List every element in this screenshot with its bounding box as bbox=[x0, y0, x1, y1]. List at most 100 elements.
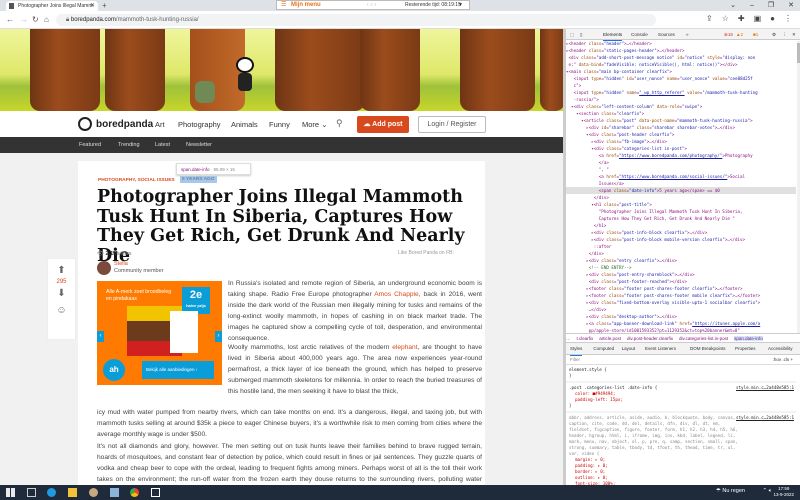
dom-node-line[interactable]: ▾<h1 class="post-title"> bbox=[566, 201, 796, 208]
dom-node-line[interactable]: ▾<div class="post-header clearfix"> bbox=[566, 131, 796, 138]
minimize-icon[interactable]: – bbox=[750, 0, 754, 11]
dom-node-line[interactable]: ▸<footer class="footer post-shares-foote… bbox=[566, 292, 796, 299]
styles-tab[interactable]: Layout bbox=[622, 343, 636, 355]
dom-node-line[interactable]: e;" data-bind="fadeVisible: noticeVisibl… bbox=[566, 61, 796, 68]
nav-animals[interactable]: Animals bbox=[231, 120, 258, 129]
share-icon[interactable]: ⇪ bbox=[706, 14, 713, 23]
dom-node-line[interactable]: ▸<div class="entry clearfix">…</div> bbox=[566, 257, 796, 264]
dom-node-line[interactable]: c"> bbox=[566, 82, 796, 89]
warning-count[interactable]: ▲2 bbox=[736, 29, 743, 40]
subnav-latest[interactable]: Latest bbox=[155, 137, 170, 153]
subnav-featured[interactable]: Featured bbox=[79, 137, 101, 153]
avatar[interactable] bbox=[97, 261, 111, 275]
volume-icon[interactable]: 🔈︎ bbox=[769, 488, 772, 494]
close-window-icon[interactable]: ✕ bbox=[788, 0, 794, 11]
nav-photography[interactable]: Photography bbox=[178, 120, 221, 129]
breadcrumb-item[interactable]: div.categories-list.in-post bbox=[679, 336, 728, 341]
tab-sources[interactable]: Sources bbox=[658, 29, 675, 40]
dom-node-line[interactable]: <div class="add-short-post-message notic… bbox=[566, 54, 796, 61]
amos-chapple-link[interactable]: Amos Chapple bbox=[374, 291, 418, 298]
dom-node-line[interactable]: <input type="hidden" name="_wp_http_refe… bbox=[566, 89, 796, 96]
dom-node-line[interactable]: </div> bbox=[566, 194, 796, 201]
forward-icon[interactable]: → bbox=[20, 15, 28, 24]
task-view-icon[interactable] bbox=[27, 488, 36, 497]
dropdown-icon[interactable]: ▼ bbox=[458, 1, 463, 9]
dom-node-line[interactable]: <span class="date-info">5 years ago</spa… bbox=[566, 187, 796, 194]
dom-node-line[interactable]: ", " bbox=[566, 166, 796, 173]
boredpanda-logo[interactable]: boredpanda bbox=[78, 117, 153, 131]
ad-next-arrow[interactable]: › bbox=[215, 331, 222, 342]
menu-kebab-icon[interactable]: ⋮ bbox=[784, 14, 792, 23]
dom-node-line[interactable]: <!-- END ENTRY--> bbox=[566, 264, 796, 271]
dom-node-line[interactable]: ▸<div class="fixed-bottom-overlay visibl… bbox=[566, 299, 796, 306]
dom-node-line[interactable]: <a href="https://www.boredpanda.com/phot… bbox=[566, 152, 796, 159]
dom-node-line[interactable]: <div class="post-footer-reached"></div> bbox=[566, 278, 796, 285]
ad-cta-button[interactable]: Bekijk alle aanbiedingen › bbox=[142, 361, 214, 379]
styles-tab[interactable]: Properties bbox=[735, 343, 756, 355]
subnav-newsletter[interactable]: Newsletter bbox=[186, 137, 212, 153]
advertisement[interactable]: Alle A-merk zoet broodbeleg en pindakaas… bbox=[97, 281, 222, 385]
elephant-link[interactable]: elephant bbox=[392, 344, 417, 351]
issues-count[interactable]: ■1 bbox=[753, 29, 758, 40]
dom-node-line[interactable]: </div> bbox=[566, 250, 796, 257]
paint-icon[interactable] bbox=[89, 488, 98, 497]
dom-node-line[interactable]: ▸<div class="desktop-author">…</div> bbox=[566, 313, 796, 320]
breadcrumb-item[interactable]: div.post-header.clearfix bbox=[627, 336, 673, 341]
settings-gear-icon[interactable]: ⚙ bbox=[772, 29, 776, 40]
inspect-element-icon[interactable]: ⬚ bbox=[570, 29, 574, 40]
more-options-icon[interactable]: ⋮ bbox=[782, 29, 787, 40]
dom-node-line[interactable]: ▸<div class="post-entry-shareblock">…</d… bbox=[566, 271, 796, 278]
extension-nav[interactable]: ‹ ○ › bbox=[367, 1, 376, 9]
css-source-link[interactable]: style.min.c…2a448e585:1 bbox=[736, 415, 794, 421]
file-explorer-icon[interactable] bbox=[68, 488, 77, 497]
nav-funny[interactable]: Funny bbox=[269, 120, 290, 129]
dom-node-line[interactable]: -russia/"> bbox=[566, 96, 796, 103]
tab-console[interactable]: Console bbox=[631, 29, 648, 40]
downvote-arrow-icon[interactable]: ⬇ bbox=[48, 288, 75, 299]
category-links[interactable]: PHOTOGRAPHY, SOCIAL ISSUES bbox=[98, 178, 175, 183]
dom-node-line[interactable]: Issues</a> bbox=[566, 180, 796, 187]
dom-node-line[interactable]: <a href="https://www.boredpanda.com/soci… bbox=[566, 173, 796, 180]
login-register-button[interactable]: Login / Register bbox=[418, 116, 486, 133]
subnav-trending[interactable]: Trending bbox=[118, 137, 140, 153]
edge-icon[interactable] bbox=[47, 488, 56, 497]
extensions-icon[interactable]: ✚ bbox=[738, 14, 745, 23]
filter-tools[interactable]: :hov .cls + bbox=[773, 355, 793, 365]
system-tray[interactable]: ⌃ 🔈︎ bbox=[763, 488, 772, 495]
css-rule[interactable]: .post .categories-list .date-info {style… bbox=[566, 383, 796, 411]
dom-node-line[interactable]: "Photographer Joins Illegal Mammoth Tusk… bbox=[566, 208, 796, 215]
panda-badge-icon[interactable]: ☺ bbox=[48, 305, 75, 316]
dom-node-line[interactable]: </a> bbox=[566, 159, 796, 166]
dom-node-line[interactable]: ▸<footer class="footer post-shares-foote… bbox=[566, 285, 796, 292]
bookmark-star-icon[interactable]: ☆ bbox=[722, 14, 729, 23]
close-devtools-icon[interactable]: ✕ bbox=[792, 29, 796, 40]
dom-node-line[interactable]: ▸<a class="app-banner-download-link" hre… bbox=[566, 320, 796, 327]
dom-node-line[interactable]: ::after bbox=[566, 243, 796, 250]
weather[interactable]: ☂ Nu regen bbox=[716, 488, 745, 494]
device-toggle-icon[interactable]: ▯ bbox=[580, 29, 583, 40]
browser-tab[interactable]: Photographer Joins Illegal Mamm ✕ bbox=[6, 1, 98, 11]
notepad-icon[interactable] bbox=[110, 488, 119, 497]
dom-node-line[interactable]: ▾<section class="clearfix"> bbox=[566, 110, 796, 117]
breadcrumb-item[interactable]: t.clearfix bbox=[577, 336, 594, 341]
tab-search-icon[interactable]: ⌄ bbox=[730, 0, 736, 11]
dom-node-line[interactable]: ▾<main class="main bp-container clearfix… bbox=[566, 68, 796, 75]
clock[interactable]: 17:59 13-9-2022 bbox=[773, 486, 794, 498]
css-rule[interactable]: element.style {} bbox=[566, 365, 796, 381]
ad-prev-arrow[interactable]: ‹ bbox=[97, 331, 104, 342]
breadcrumb-item[interactable]: span.date-info bbox=[734, 336, 763, 341]
dom-node-line[interactable]: ▸<header class="static-pages-header">…</… bbox=[566, 47, 796, 54]
dom-node-line[interactable]: <input type="hidden" id="user_nonce" nam… bbox=[566, 75, 796, 82]
css-rule[interactable]: abbr, address, article, aside, audio, b,… bbox=[566, 413, 796, 485]
url-input[interactable]: 🔒︎ boredpanda.com/mammoth-tusk-hunting-r… bbox=[56, 14, 656, 26]
add-post-button[interactable]: ☁ Add post bbox=[357, 116, 409, 133]
profile-icon[interactable]: ● bbox=[770, 14, 775, 23]
author-name[interactable]: Stella bbox=[114, 261, 128, 267]
search-icon[interactable]: ⚲ bbox=[336, 118, 343, 129]
dom-node-line[interactable]: ▸<header class="header">…</header> bbox=[566, 40, 796, 47]
dom-node-line[interactable]: …</div> bbox=[566, 306, 796, 313]
back-icon[interactable]: ← bbox=[6, 15, 14, 24]
dom-node-line[interactable]: ▾<div class="left-content-column" data-r… bbox=[566, 103, 796, 110]
home-icon[interactable]: ⌂ bbox=[44, 15, 49, 24]
restore-icon[interactable]: ❐ bbox=[768, 0, 774, 11]
